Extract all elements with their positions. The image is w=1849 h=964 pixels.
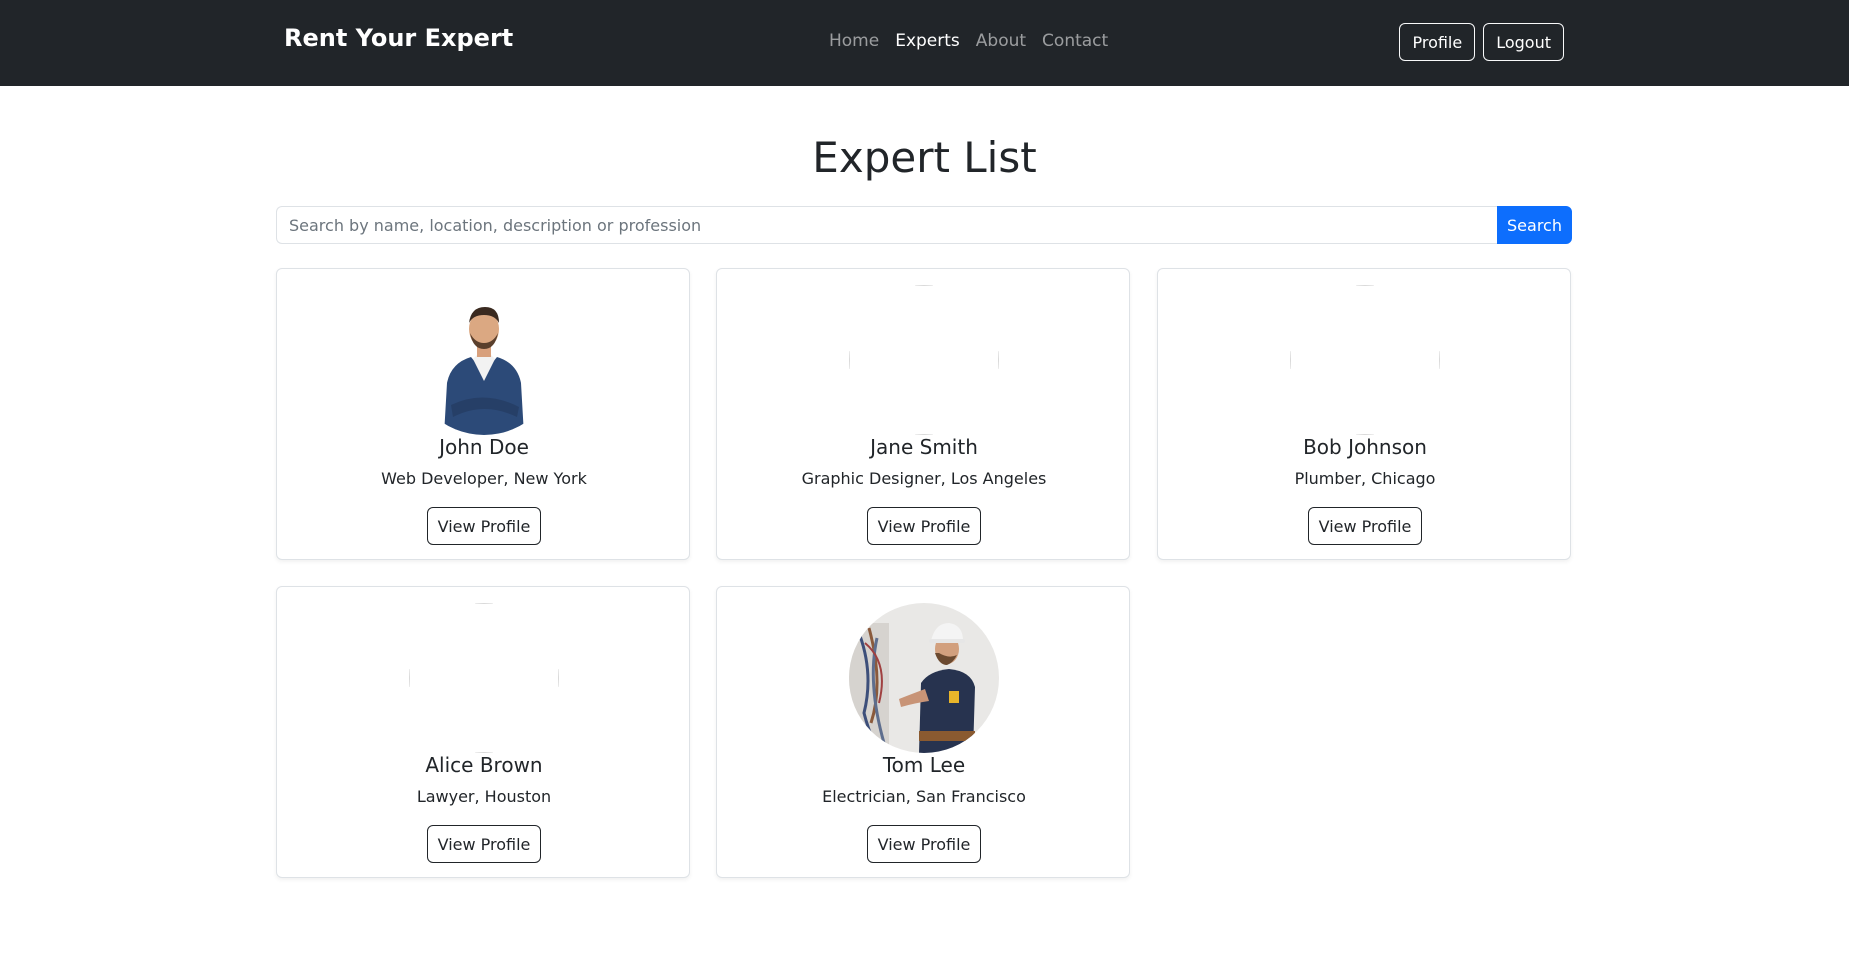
- profile-button[interactable]: Profile: [1399, 23, 1476, 61]
- expert-photo-placeholder: [409, 603, 559, 753]
- expert-name: Alice Brown: [425, 753, 543, 777]
- expert-profession-location: Web Developer, New York: [381, 469, 587, 488]
- view-profile-button[interactable]: View Profile: [427, 825, 541, 863]
- nav-buttons: Profile Logout: [1399, 23, 1564, 61]
- expert-photo-placeholder: [849, 285, 999, 435]
- nav-link-contact[interactable]: Contact: [1042, 31, 1108, 51]
- expert-name: Bob Johnson: [1303, 435, 1427, 459]
- view-profile-button[interactable]: View Profile: [427, 507, 541, 545]
- search-button[interactable]: Search: [1497, 206, 1572, 244]
- search-input[interactable]: [276, 206, 1497, 244]
- view-profile-button[interactable]: View Profile: [867, 507, 981, 545]
- expert-profession-location: Graphic Designer, Los Angeles: [801, 469, 1047, 488]
- nav-link-about[interactable]: About: [976, 31, 1026, 51]
- expert-profession-location: Plumber, Chicago: [1294, 469, 1436, 488]
- logout-button[interactable]: Logout: [1483, 23, 1564, 61]
- expert-photo-avatar: [849, 603, 999, 753]
- expert-photo-avatar: [409, 285, 559, 435]
- search-bar: Search: [276, 206, 1572, 244]
- expert-card: Bob Johnson Plumber, Chicago View Profil…: [1157, 268, 1571, 560]
- expert-card: Tom Lee Electrician, San Francisco View …: [716, 586, 1130, 878]
- top-navbar: Rent Your Expert Home Experts About Cont…: [0, 0, 1849, 86]
- brand-logo-text[interactable]: Rent Your Expert: [284, 24, 513, 52]
- page-title: Expert List: [812, 133, 1037, 182]
- expert-profession-location: Lawyer, Houston: [416, 787, 552, 806]
- expert-card: Jane Smith Graphic Designer, Los Angeles…: [716, 268, 1130, 560]
- expert-name: Tom Lee: [882, 753, 966, 777]
- expert-name: John Doe: [439, 435, 529, 459]
- view-profile-button[interactable]: View Profile: [1308, 507, 1422, 545]
- expert-name: Jane Smith: [870, 435, 978, 459]
- view-profile-button[interactable]: View Profile: [867, 825, 981, 863]
- nav-link-home[interactable]: Home: [829, 31, 879, 51]
- expert-profession-location: Electrician, San Francisco: [822, 787, 1026, 806]
- nav-link-experts[interactable]: Experts: [895, 31, 960, 51]
- expert-card: Alice Brown Lawyer, Houston View Profile: [276, 586, 690, 878]
- expert-card: John Doe Web Developer, New York View Pr…: [276, 268, 690, 560]
- expert-photo-placeholder: [1290, 285, 1440, 435]
- nav-links: Home Experts About Contact: [829, 31, 1108, 51]
